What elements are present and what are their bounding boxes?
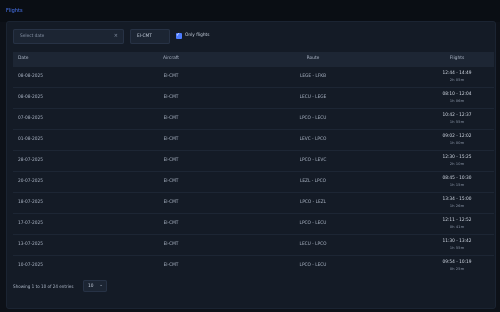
cell-flight: 11:30 - 13:42 1h 55m (420, 234, 494, 255)
cell-aircraft: EI-CMT (163, 95, 179, 100)
cell-aircraft: EI-CMT (163, 137, 179, 142)
cell-flight: 13:34 - 15:00 1h 26m (420, 192, 494, 213)
flight-duration: 1h 26m (449, 202, 465, 208)
column-header-date[interactable]: Date (13, 52, 136, 66)
table-row[interactable]: 10-07-2025 EI-CMT LPCO - LECU 09:54 - 10… (13, 255, 494, 276)
table-row[interactable]: 20-07-2025 EI-CMT LEZL - LPCO 08:45 - 10… (13, 171, 494, 192)
flight-duration: 1h 55m (449, 118, 465, 124)
flight-duration: 1h 55m (449, 244, 465, 250)
cell-route: LPCO - LECU (299, 263, 327, 269)
cell-flight: 09:02 - 12:02 1h 00m (420, 129, 494, 150)
cell-route: LPCO - LEVC (299, 158, 327, 163)
cell-aircraft: EI-CMT (163, 200, 179, 205)
only-flights-label[interactable]: Only flights (185, 33, 209, 38)
flights-panel: Select date × EI-CMT ✓ Only flights Date… (6, 21, 496, 309)
cell-aircraft: EI-CMT (163, 221, 179, 226)
table-footer: Showing 1 to 10 of 24 entries 10 ⌄ (13, 280, 489, 292)
flight-duration: 2h 10m (449, 160, 465, 166)
cell-flight: 09:54 - 10:19 0h 25m (420, 255, 494, 276)
cell-route: LPCO - LECU (299, 116, 327, 121)
cell-flight: 08:45 - 10:30 1h 15m (420, 171, 494, 192)
cell-route: LPCO - LECU (299, 221, 327, 226)
cell-flight: 12:44 - 14:49 2h 05m (420, 66, 494, 87)
table-row[interactable]: 18-07-2025 EI-CMT LPCO - LEZL 13:34 - 15… (13, 192, 494, 213)
cell-flight: 08:10 - 12:04 1h 06m (420, 87, 494, 108)
cell-aircraft: EI-CMT (163, 179, 179, 184)
table-row[interactable]: 17-07-2025 EI-CMT LPCO - LECU 12:11 - 12… (13, 213, 494, 234)
registration-input[interactable]: EI-CMT (130, 29, 170, 44)
flight-duration: 1h 15m (449, 181, 465, 187)
date-picker-input[interactable]: Select date × (13, 29, 124, 44)
cell-flight: 10:42 - 12:37 1h 55m (420, 108, 494, 129)
only-flights-checkbox[interactable]: ✓ (176, 32, 182, 39)
cell-route: LEVC - LPCO (299, 137, 327, 142)
cell-date: 28-07-2025 (18, 158, 43, 163)
flight-duration: 0h 25m (449, 265, 465, 271)
cell-date: 10-07-2025 (18, 263, 43, 269)
chevron-down-icon: ⌄ (99, 283, 103, 288)
page-size-value: 10 (88, 284, 94, 289)
cell-date: 20-07-2025 (18, 179, 43, 184)
cell-date: 08-08-2025 (18, 95, 43, 100)
cell-flight: 12:30 - 15:25 2h 10m (420, 150, 494, 171)
table-row[interactable]: 28-07-2025 EI-CMT LPCO - LEVC 12:30 - 15… (13, 150, 494, 171)
top-bar: Flights (0, 0, 500, 22)
flight-duration: 2h 05m (449, 76, 465, 82)
table-row[interactable]: 08-08-2025 EI-CMT LECU - LEGE 08:10 - 12… (13, 87, 494, 108)
flight-duration: 0h 41m (449, 223, 465, 229)
filter-bar: Select date × EI-CMT ✓ Only flights (13, 29, 489, 44)
cell-date: 17-07-2025 (18, 221, 43, 226)
cell-aircraft: EI-CMT (163, 158, 179, 163)
cell-route: LEGE - LFKB (299, 74, 327, 79)
flight-duration: 1h 06m (449, 97, 465, 103)
cell-date: 18-07-2025 (18, 200, 43, 205)
pagination-info: Showing 1 to 10 of 24 entries (13, 284, 74, 289)
table-row[interactable]: 08-08-2025 EI-CMT LEGE - LFKB 12:44 - 14… (13, 66, 494, 87)
page-title: Flights (6, 8, 23, 14)
cell-route: LECU - LPCO (299, 242, 327, 247)
cell-aircraft: EI-CMT (163, 74, 179, 79)
table-header-row: Date Aircraft Route Flights (13, 52, 494, 66)
cell-date: 08-08-2025 (18, 74, 43, 79)
cell-aircraft: EI-CMT (163, 263, 179, 269)
cell-flight: 12:11 - 12:52 0h 41m (420, 213, 494, 234)
clear-icon[interactable]: × (114, 33, 118, 39)
column-header-aircraft[interactable]: Aircraft (136, 52, 206, 66)
column-header-route[interactable]: Route (206, 52, 420, 66)
check-icon: ✓ (176, 32, 181, 38)
flights-table: Date Aircraft Route Flights 08-08-2025 E… (13, 52, 494, 276)
page-size-select[interactable]: 10 ⌄ (83, 280, 107, 292)
cell-aircraft: EI-CMT (163, 242, 179, 247)
cell-date: 01-08-2025 (18, 137, 43, 142)
registration-value: EI-CMT (137, 34, 152, 39)
cell-route: LEZL - LPCO (299, 179, 327, 184)
table-row[interactable]: 13-07-2025 EI-CMT LECU - LPCO 11:30 - 13… (13, 234, 494, 255)
date-placeholder: Select date (20, 34, 45, 39)
cell-date: 13-07-2025 (18, 242, 43, 247)
cell-aircraft: EI-CMT (163, 116, 179, 121)
flight-duration: 1h 00m (449, 139, 465, 145)
column-header-flights[interactable]: Flights (420, 52, 494, 66)
table-row[interactable]: 01-08-2025 EI-CMT LEVC - LPCO 09:02 - 12… (13, 129, 494, 150)
table-row[interactable]: 07-08-2025 EI-CMT LPCO - LECU 10:42 - 12… (13, 108, 494, 129)
cell-route: LECU - LEGE (299, 95, 327, 100)
cell-date: 07-08-2025 (18, 116, 43, 121)
cell-route: LPCO - LEZL (299, 200, 327, 205)
